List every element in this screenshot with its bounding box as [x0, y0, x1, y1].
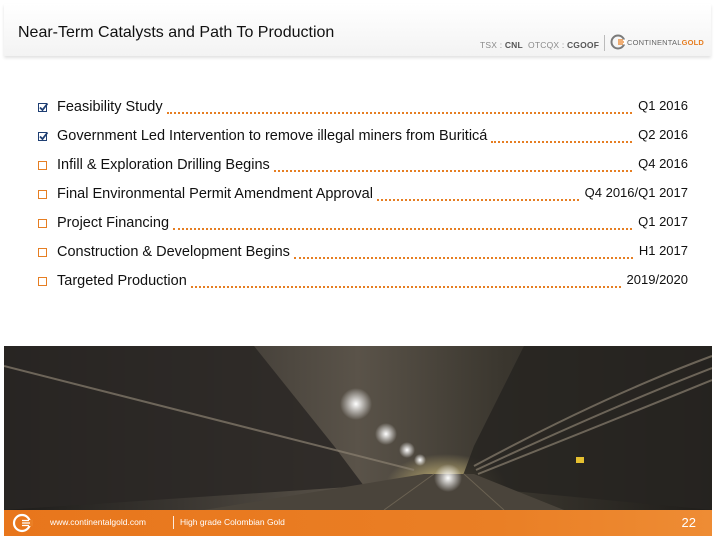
empty-checkbox-icon	[38, 219, 47, 228]
page-number: 22	[681, 515, 696, 530]
tunnel-illustration	[4, 346, 712, 510]
catalyst-row: Infill & Exploration Drilling Begins Q4 2…	[38, 156, 690, 176]
dotted-leader	[173, 228, 632, 230]
ticker-symbols: TSX : CNL OTCQX : CGOOF	[480, 40, 599, 50]
catalyst-label: Feasibility Study	[57, 99, 165, 115]
tsx-label: TSX :	[480, 40, 505, 50]
catalyst-row: Final Environmental Permit Amendment App…	[38, 185, 690, 205]
checked-checkbox-icon	[38, 102, 49, 112]
catalyst-date: Q1 2017	[636, 214, 688, 229]
dotted-leader	[274, 170, 632, 172]
catalyst-date: H1 2017	[636, 243, 688, 258]
checked-checkbox-icon	[38, 131, 49, 141]
footer-logo-icon	[12, 513, 33, 533]
catalyst-date: Q2 2016	[636, 127, 688, 142]
catalyst-label: Construction & Development Begins	[57, 244, 292, 260]
footer-divider	[173, 516, 174, 529]
website-link[interactable]: www.continentalgold.com	[50, 517, 146, 527]
dotted-leader	[377, 199, 579, 201]
catalyst-row: Project Financing Q1 2017	[38, 214, 690, 234]
catalyst-row: Construction & Development Begins H1 2017	[38, 243, 690, 263]
dotted-leader	[491, 141, 632, 143]
catalyst-date: Q4 2016/Q1 2017	[582, 185, 688, 200]
slide-header: Near-Term Catalysts and Path To Producti…	[4, 4, 711, 56]
catalyst-row: Government Led Intervention to remove il…	[38, 127, 690, 147]
catalyst-row: Feasibility Study Q1 2016	[38, 98, 690, 118]
tsx-symbol: CNL	[504, 40, 523, 50]
catalyst-row: Targeted Production 2019/2020	[38, 272, 690, 292]
logo-text: CONTINENTALGOLD	[627, 37, 705, 47]
company-logo: CONTINENTALGOLD	[610, 34, 704, 50]
empty-checkbox-icon	[38, 248, 47, 257]
catalyst-label: Targeted Production	[57, 273, 189, 289]
slide-footer: www.continentalgold.com High grade Colom…	[4, 510, 712, 536]
dotted-leader	[167, 112, 632, 114]
empty-checkbox-icon	[38, 190, 47, 199]
catalyst-date: 2019/2020	[624, 272, 688, 287]
footer-tagline: High grade Colombian Gold	[180, 517, 285, 527]
dotted-leader	[191, 286, 621, 288]
catalyst-label: Final Environmental Permit Amendment App…	[57, 186, 375, 202]
catalyst-label: Infill & Exploration Drilling Begins	[57, 157, 272, 173]
header-divider	[604, 35, 605, 51]
catalyst-date: Q4 2016	[636, 156, 688, 171]
slide-title: Near-Term Catalysts and Path To Producti…	[18, 24, 335, 41]
empty-checkbox-icon	[38, 277, 47, 286]
otc-label: OTCQX :	[528, 40, 567, 50]
empty-checkbox-icon	[38, 161, 47, 170]
catalyst-date: Q1 2016	[636, 98, 688, 113]
otc-symbol: CGOOF	[566, 40, 600, 50]
continental-gold-logo-icon	[610, 34, 626, 50]
catalyst-label: Project Financing	[57, 215, 172, 231]
mine-tunnel-photo	[4, 346, 712, 510]
dotted-leader	[294, 257, 633, 259]
catalyst-label: Government Led Intervention to remove il…	[57, 128, 490, 144]
